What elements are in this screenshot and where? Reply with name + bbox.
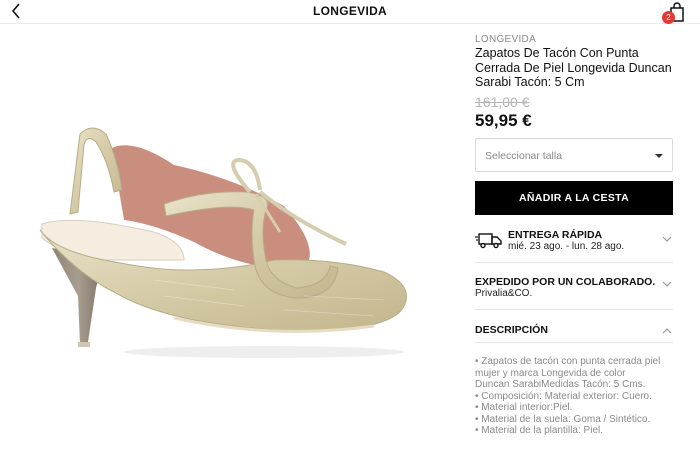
description-line: • Zapatos de tacón con punta cerrada pie… [475,356,661,367]
description-list: • Zapatos de tacón con punta cerrada pie… [475,356,680,437]
seller-title: EXPEDIDO POR UN COLABORADO... [475,276,655,288]
description-line: • Material interior:Piel. [475,402,573,413]
product-image[interactable] [34,120,414,370]
add-to-cart-button[interactable]: AÑADIR A LA CESTA [475,181,673,215]
delivery-truck-icon [475,233,502,249]
page-title: LONGEVIDA [312,4,388,18]
chevron-down-icon[interactable] [662,280,672,288]
description-line: Duncan SarabiMedidas Tacón: 5 Cms. [475,379,646,390]
product-name: Zapatos De Tacón Con Punta Cerrada De Pi… [475,46,672,89]
size-select[interactable]: Seleccionar talla [475,138,673,172]
size-select-placeholder: Seleccionar talla [485,150,563,162]
original-price: 161,00 € [475,93,530,110]
divider [475,309,673,310]
description-line: • Material de la suela: Goma / Sintético… [475,413,651,425]
seller-name: Privalia&CO. [475,288,533,299]
dropdown-caret-icon [655,154,663,158]
chevron-down-icon[interactable] [662,235,672,243]
divider [475,342,673,343]
description-title[interactable]: DESCRIPCIÓN [475,324,548,336]
product-brand[interactable]: LONGEVIDA [475,34,673,45]
sale-price: 59,95 € [475,110,532,130]
divider [475,262,673,263]
delivery-title: ENTREGA RÁPIDA [508,229,603,241]
description-line: mujer y marca Longevida de color [475,367,626,379]
description-line: • Material de la plantilla: Piel. [475,425,604,436]
cart-count-badge: 2 [662,11,675,24]
description-line: • Composición: Material exterior: Cuero. [475,390,652,402]
product-info: LONGEVIDA Zapatos De Tacón Con Punta Cer… [475,34,673,131]
top-bar: LONGEVIDA 2 [0,0,700,24]
chevron-up-icon[interactable] [662,327,672,335]
delivery-dates: mié. 23 ago. - lun. 28 ago. [508,241,625,252]
